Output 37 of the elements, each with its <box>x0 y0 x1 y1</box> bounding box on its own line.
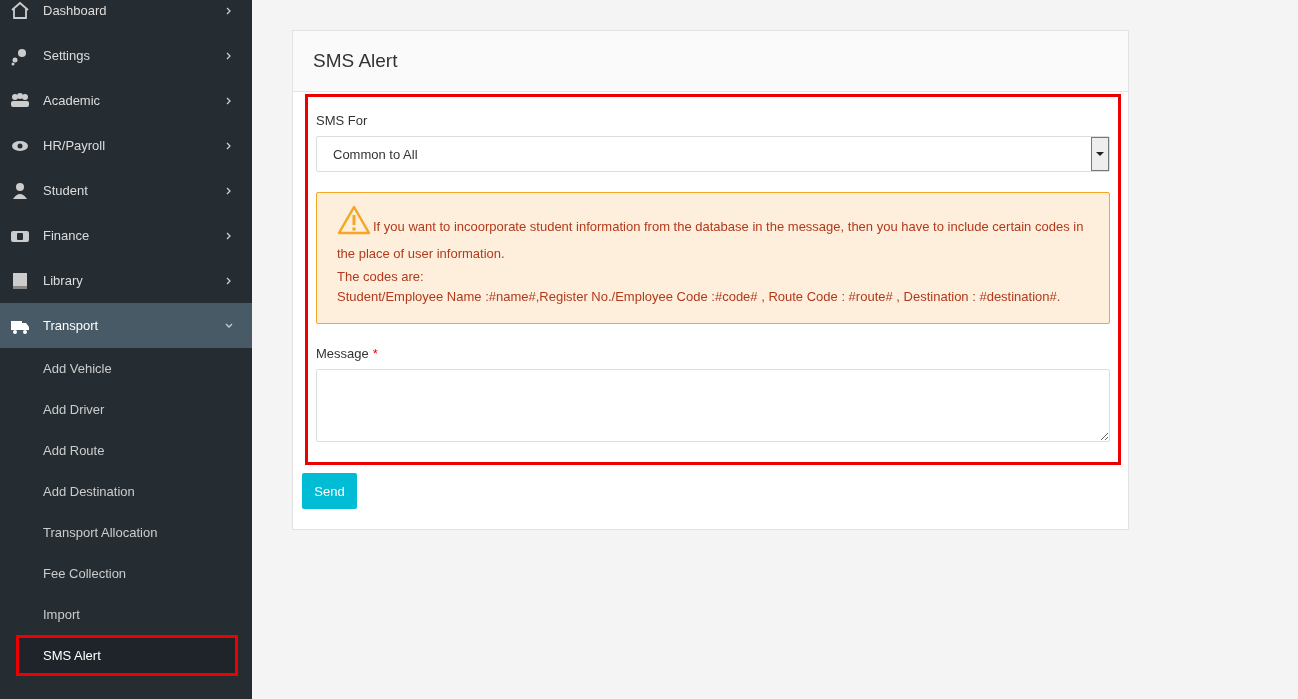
sidebar-label: Transport <box>43 318 100 333</box>
book-icon <box>10 270 30 291</box>
required-asterisk: * <box>372 346 378 361</box>
sidebar-item[interactable]: Library <box>0 258 252 303</box>
submenu-item[interactable]: Add Route <box>0 430 252 471</box>
card-title: SMS Alert <box>293 31 1128 92</box>
message-field[interactable] <box>316 369 1110 442</box>
submenu-item[interactable]: Add Driver <box>0 389 252 430</box>
submenu-item[interactable]: Import <box>0 594 252 635</box>
alert-text: If you want to incoorporate student information from the database in the message, then you have to include certain codes in the place of user information. <box>337 205 1089 267</box>
sidebar-label: Student <box>43 183 89 198</box>
sidebar-item[interactable]: Settings <box>0 33 252 78</box>
field-label: SMS For <box>316 113 369 128</box>
sidebar-item[interactable]: Student <box>0 168 252 213</box>
sidebar-label: Dashboard <box>43 3 108 18</box>
sms-for-dropdown[interactable]: Common to All <box>316 136 1110 172</box>
submenu-item[interactable]: SMS Alert <box>16 635 238 676</box>
sidebar-item[interactable]: Transport <box>0 303 252 348</box>
user-icon <box>10 180 30 201</box>
submenu-item[interactable]: Add Vehicle <box>0 348 252 389</box>
sidebar-label: Settings <box>43 48 91 63</box>
alert-text: Student/Employee Name :#name#,Register No./Employee Code :#code# , Route Code : #route# , Destination : #destination#. <box>337 288 1062 306</box>
sidebar-item[interactable]: Finance <box>0 213 252 258</box>
sidebar-label: Library <box>43 273 84 288</box>
home-icon <box>10 0 30 21</box>
sidebar-label: Academic <box>43 93 102 108</box>
submenu-item[interactable]: Fee Collection <box>0 553 252 594</box>
message-label: Message <box>316 346 369 361</box>
alert-text: The codes are: <box>337 268 425 286</box>
warning-icon <box>337 205 371 235</box>
sidebar-label: Finance <box>43 228 91 243</box>
sidebar-label: HR/Payroll <box>43 138 107 153</box>
sidebar-item[interactable]: HR/Payroll <box>0 123 252 168</box>
sidebar-item[interactable]: Dashboard <box>0 0 252 33</box>
submenu-item[interactable]: Transport Allocation <box>0 512 252 553</box>
submenu-item[interactable]: Add Destination <box>0 471 252 512</box>
sidebar-item[interactable]: Academic <box>0 78 252 123</box>
